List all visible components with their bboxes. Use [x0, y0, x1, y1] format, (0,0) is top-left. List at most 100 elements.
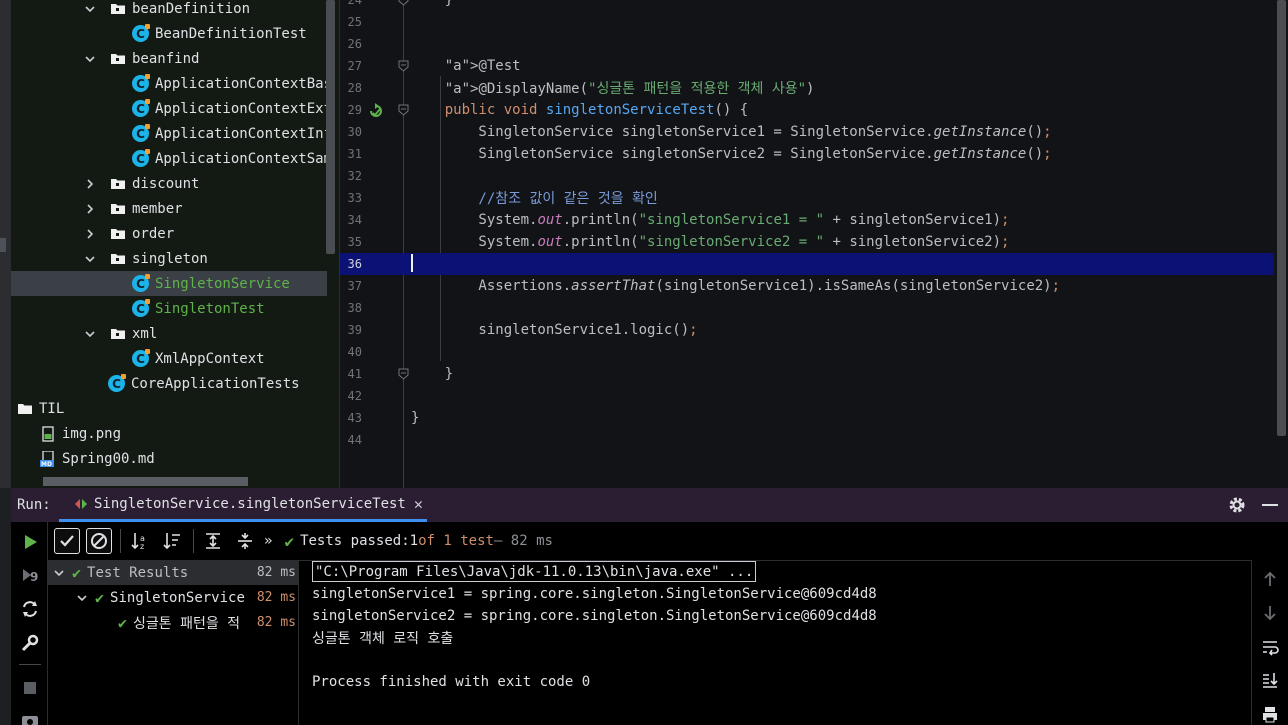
chevron-down-icon[interactable]: [82, 251, 98, 267]
tree-item-label: beanDefinition: [132, 0, 251, 17]
test-result-row[interactable]: ✔ Test Results 82 ms: [48, 560, 298, 585]
code-line[interactable]: 42: [340, 385, 1274, 407]
run-tab[interactable]: SingletonService.singletonServiceTest ✕: [59, 488, 427, 522]
tree-item[interactable]: order: [11, 221, 327, 246]
code-line[interactable]: 30 SingletonService singletonService1 = …: [340, 121, 1274, 143]
chevron-down-icon[interactable]: [82, 326, 98, 342]
fold-marker-icon[interactable]: [398, 60, 409, 72]
show-passed-button[interactable]: [54, 528, 80, 554]
tree-horizontal-scrollbar[interactable]: [43, 477, 248, 486]
tree-item[interactable]: TIL: [11, 396, 327, 421]
collapse-all-button[interactable]: [232, 528, 258, 554]
close-tab-icon[interactable]: ✕: [414, 495, 423, 513]
code-editor[interactable]: 24 } 25 26 27 "a">@Test 28 "a">@DisplayName(…: [339, 0, 1288, 488]
code-line[interactable]: 28 "a">@DisplayName("싱글톤 패턴을 적용한 객체 사용"): [340, 77, 1274, 99]
chevron-right-icon[interactable]: [82, 201, 98, 217]
code-line[interactable]: 26: [340, 33, 1274, 55]
tree-item[interactable]: C BeanDefinitionTest: [11, 21, 327, 46]
tree-item[interactable]: C ApplicationContextInfo: [11, 121, 327, 146]
chevron-down-icon[interactable]: [82, 51, 98, 67]
tree-item[interactable]: MD Spring00.md: [11, 446, 327, 471]
scroll-to-end-icon[interactable]: [1261, 671, 1279, 689]
tree-item[interactable]: C ApplicationContextExte: [11, 96, 327, 121]
tree-item[interactable]: C ApplicationContextBasi: [11, 71, 327, 96]
sort-alphabetically-button[interactable]: az: [127, 528, 153, 554]
arrow-down-icon[interactable]: [1261, 604, 1279, 622]
passed-check-icon: ✔: [95, 588, 105, 607]
code-line[interactable]: 43}: [340, 407, 1274, 429]
tree-item[interactable]: C CoreApplicationTests: [11, 371, 327, 396]
tree-item[interactable]: member: [11, 196, 327, 221]
stop-icon[interactable]: [20, 678, 40, 698]
toggle-auto-test-icon[interactable]: [20, 599, 40, 619]
code-line[interactable]: 34 System.out.println("singletonService1…: [340, 209, 1274, 231]
code-line[interactable]: 39 singletonService1.logic();: [340, 319, 1274, 341]
fold-marker-icon[interactable]: [398, 104, 409, 116]
wrench-icon[interactable]: [20, 633, 40, 653]
code-line[interactable]: 40: [340, 341, 1274, 363]
code-line[interactable]: 36: [340, 253, 1274, 275]
passed-check-icon: ✔: [118, 613, 128, 632]
fold-marker-icon[interactable]: [398, 0, 409, 6]
run-label: Run:: [17, 497, 51, 513]
run-panel: 9 az » ✔ Tests passed: 1 of 1 test – 82 …: [11, 522, 1288, 725]
chevron-down-icon[interactable]: [75, 592, 89, 604]
tree-item[interactable]: xml: [11, 321, 327, 346]
soft-wrap-icon[interactable]: [1261, 638, 1279, 656]
show-ignored-button[interactable]: [86, 528, 112, 554]
code-line[interactable]: 31 SingletonService singletonService2 = …: [340, 143, 1274, 165]
package-folder-icon: [111, 53, 125, 64]
test-result-row[interactable]: ✔ SingletonService 82 ms: [48, 585, 298, 610]
line-number: 34: [347, 213, 362, 227]
code-line[interactable]: 41 }: [340, 363, 1274, 385]
editor-scrollbar[interactable]: [1277, 0, 1286, 436]
code-line[interactable]: 33 //참조 값이 같은 것을 확인: [340, 187, 1274, 209]
tree-item-label: ApplicationContextExte: [155, 100, 327, 117]
tree-item[interactable]: img.png: [11, 421, 327, 446]
code-text: Assertions.assertThat(singletonService1)…: [411, 278, 1061, 294]
console-output[interactable]: "C:\Program Files\Java\jdk-11.0.13\bin\j…: [298, 560, 1252, 725]
tree-item[interactable]: beanfind: [11, 46, 327, 71]
chevron-right-icon[interactable]: [82, 226, 98, 242]
tree-item[interactable]: singleton: [11, 246, 327, 271]
tree-item[interactable]: beanDefinition: [11, 0, 327, 21]
code-line[interactable]: 29 public void singletonServiceTest() {: [340, 99, 1274, 121]
fold-marker-icon[interactable]: [398, 368, 409, 380]
tree-item-label: BeanDefinitionTest: [155, 25, 307, 42]
console-side-toolbar: [1252, 522, 1288, 725]
svg-text:9: 9: [30, 570, 38, 584]
rerun-icon[interactable]: [20, 532, 40, 552]
minimize-icon[interactable]: [1262, 504, 1278, 506]
tree-item[interactable]: C XmlAppContext: [11, 346, 327, 371]
tree-scrollbar[interactable]: [326, 0, 335, 254]
tree-item[interactable]: C ApplicationContextSam: [11, 146, 327, 171]
chevron-right-icon[interactable]: [82, 176, 98, 192]
code-line[interactable]: 37 Assertions.assertThat(singletonServic…: [340, 275, 1274, 297]
code-line[interactable]: 25: [340, 11, 1274, 33]
chevron-down-icon[interactable]: [52, 567, 66, 579]
tree-item[interactable]: C SingletonService: [11, 271, 327, 296]
print-icon[interactable]: [1261, 705, 1279, 723]
test-status: ✔ Tests passed: 1 of 1 test – 82 ms: [284, 532, 553, 551]
code-line[interactable]: 24 }: [340, 0, 1274, 11]
checkmark-icon: [60, 535, 74, 547]
package-folder-icon: [111, 203, 125, 214]
tree-item[interactable]: C SingletonTest: [11, 296, 327, 321]
tree-item[interactable]: discount: [11, 171, 327, 196]
camera-icon[interactable]: [20, 710, 40, 725]
code-line[interactable]: 32: [340, 165, 1274, 187]
code-line[interactable]: 44: [340, 429, 1274, 451]
chevron-down-icon[interactable]: [82, 1, 98, 17]
test-result-row[interactable]: ✔ 싱글톤 패턴을 적 82 ms: [48, 610, 298, 635]
expand-all-button[interactable]: [200, 528, 226, 554]
code-line[interactable]: 38: [340, 297, 1274, 319]
more-actions-icon[interactable]: »: [264, 533, 272, 549]
gear-icon[interactable]: [1228, 496, 1246, 514]
code-line[interactable]: 27 "a">@Test: [340, 55, 1274, 77]
test-name: 싱글톤 패턴을 적: [133, 615, 241, 632]
rerun-failed-icon[interactable]: 9: [20, 565, 40, 585]
code-line[interactable]: 35 System.out.println("singletonService2…: [340, 231, 1274, 253]
sort-by-duration-button[interactable]: [159, 528, 185, 554]
run-test-gutter-icon[interactable]: [368, 102, 384, 118]
arrow-up-icon[interactable]: [1261, 570, 1279, 588]
